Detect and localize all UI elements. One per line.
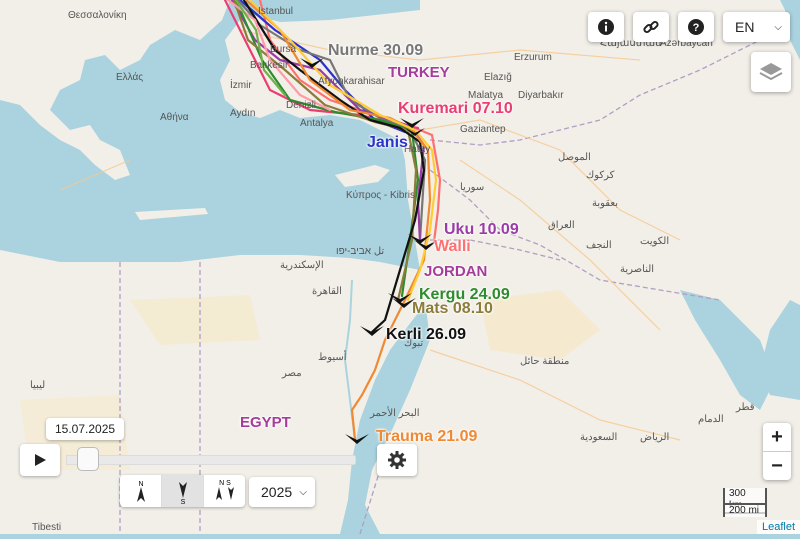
language-select[interactable]: EN ⌵ [723,12,790,42]
place-label: Κύπρος - Kibris [346,189,415,201]
svg-text:?: ? [693,22,700,34]
place-label: Denizli [286,100,316,111]
country-label-jordan: JORDAN [424,263,488,280]
place-label: Istanbul [258,6,293,17]
place-label: الدمام [698,414,724,425]
layers-icon [759,63,783,81]
direction-mode-group: N S N S [120,475,245,507]
south-arrow-icon: S [178,482,187,504]
place-label: Θεσσαλονίκη [68,9,127,21]
place-label: Antalya [300,118,334,129]
timeline-date: 15.07.2025 [46,418,125,440]
svg-text:N: N [138,481,143,488]
mode-south-button[interactable]: S [162,475,204,507]
chevron-down-icon: ⌵ [299,486,307,498]
track-label-nurme[interactable]: Nurme 30.09 [328,42,423,60]
zoom-in-button[interactable]: + [763,423,791,451]
track-label-kerli[interactable]: Kerli 26.09 [386,326,466,344]
place-label: الرياض [640,432,669,443]
play-icon [35,454,46,466]
language-value: EN [735,19,755,35]
chevron-down-icon: ⌵ [774,21,782,33]
place-label: الكويت [640,236,669,247]
gear-icon [388,451,406,469]
svg-text:N S: N S [219,480,231,487]
place-label: İzmir [230,78,252,91]
info-icon [598,19,614,35]
place-label: تل אביב-יפו [336,246,384,257]
link-icon [643,20,659,34]
place-label: سوريا [460,182,484,193]
north-south-arrows-icon: N S [215,480,234,500]
attribution-link[interactable]: Leaflet [756,520,800,534]
layers-button[interactable] [751,52,791,92]
settings-button[interactable] [377,444,417,476]
play-button[interactable] [20,444,60,476]
place-label: Αθήνα [160,111,189,123]
place-label: القاهرة [312,286,342,297]
help-icon: ? [688,19,704,35]
year-select[interactable]: 2025 ⌵ [249,477,315,507]
place-label: Afyonkarahisar [318,76,385,87]
track-label-janis[interactable]: Janis [367,134,408,152]
track-label-mats[interactable]: Mats 08.10 [412,300,493,318]
timeline-slider[interactable] [66,455,356,465]
info-button[interactable] [588,12,624,42]
place-label: بعقوبة [592,198,618,209]
place-label: Balıkesir [250,60,289,71]
mode-both-button[interactable]: N S [204,475,245,507]
place-label: Erzurum [514,52,552,63]
place-label: Gaziantep [460,124,506,135]
place-label: الموصل [558,152,591,163]
place-label: كركوك [586,170,615,181]
help-button[interactable]: ? [678,12,714,42]
country-label-turkey: TURKEY [388,64,450,81]
place-label: الناصرية [620,264,654,275]
place-label: ليبيا [30,380,45,391]
country-label-egypt: EGYPT [240,414,291,431]
place-label: Aydın [230,108,255,119]
place-label: قطر [735,402,755,413]
track-label-uku[interactable]: Uku 10.09 [444,221,519,239]
timeline-slider-handle[interactable] [77,447,100,471]
scale-mi: 200 mi [723,503,767,517]
place-label: العراق [548,220,575,231]
place-label: البحر الأحمر [369,407,420,419]
zoom-control: + − [763,423,791,480]
year-value: 2025 [261,484,293,500]
zoom-out-button[interactable]: − [763,451,791,480]
place-label: Ελλάς [116,71,143,83]
place-label: Bursa [270,44,297,55]
place-label: السعودية [580,432,617,443]
place-label: مصر [281,368,302,379]
north-arrow-icon: N [136,481,145,502]
place-label: Diyarbakır [518,90,564,101]
link-button[interactable] [633,12,669,42]
svg-text:S: S [180,499,185,504]
track-label-kuremari[interactable]: Kuremari 07.10 [398,100,513,118]
place-label: النجف [586,240,612,251]
place-label: الإسكندرية [280,260,324,271]
place-label: أسيوط [318,350,347,363]
mode-north-button[interactable]: N [120,475,162,507]
place-label: Elazığ [484,72,512,83]
place-label: منطقة حائل [520,356,569,367]
track-label-walli[interactable]: Walli [434,238,471,256]
place-label: Tibesti [32,522,61,533]
